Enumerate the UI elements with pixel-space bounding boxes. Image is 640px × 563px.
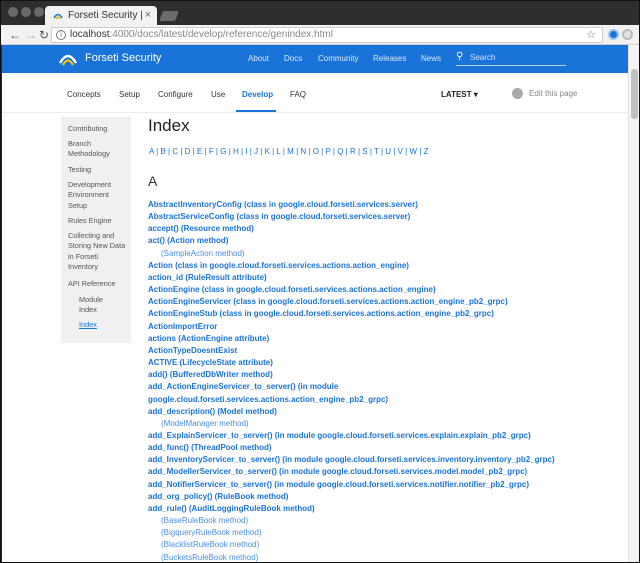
extension-icon-2[interactable] <box>622 29 633 40</box>
tab-title: Forseti Security | In <box>68 10 142 21</box>
index-entry-link[interactable]: actions (ActionEngine attribute) <box>148 333 618 345</box>
back-arrow-icon[interactable]: ← <box>9 28 21 42</box>
index-entry-link[interactable]: ACTIVE (LifecycleState attribute) <box>148 357 618 369</box>
site-info-icon[interactable]: i <box>56 30 66 40</box>
index-entry-link[interactable]: google.cloud.forseti.services.actions.ac… <box>148 394 618 406</box>
sidebar-item-rules-engine[interactable]: Rules Engine <box>68 216 130 226</box>
github-icon <box>512 88 523 99</box>
sidebar-item-branch-methodology[interactable]: Branch Methodology <box>68 139 130 160</box>
index-entry-link[interactable]: AbstractInventoryConfig (class in google… <box>148 199 618 211</box>
index-entry-link[interactable]: add_description() (Model method) <box>148 406 618 418</box>
forward-arrow-icon[interactable]: → <box>25 28 37 42</box>
subnav-concepts[interactable]: Concepts <box>67 90 101 99</box>
scrollbar-thumb[interactable] <box>631 69 638 119</box>
sidebar-item-module-index[interactable]: Module Index <box>79 295 119 316</box>
sidebar-item-api-reference[interactable]: API Reference <box>68 279 130 289</box>
maximize-window-button[interactable] <box>34 7 44 17</box>
forseti-logo-icon[interactable] <box>58 49 78 69</box>
index-entry-link[interactable]: ActionImportError <box>148 321 618 333</box>
nav-releases[interactable]: Releases <box>373 54 406 63</box>
nav-news[interactable]: News <box>421 54 441 63</box>
nav-community[interactable]: Community <box>318 54 358 63</box>
index-entry-link[interactable]: ActionEngine (class in google.cloud.fors… <box>148 284 618 296</box>
index-entry-link[interactable]: ActionEngineServicer (class in google.cl… <box>148 296 618 308</box>
browser-tab[interactable]: Forseti Security | In × <box>45 6 157 26</box>
index-entry-link[interactable]: add() (BufferedDbWriter method) <box>148 369 618 381</box>
index-subentry-link[interactable]: (BaseRuleBook method) <box>148 515 618 527</box>
index-entry-link[interactable]: ActionTypeDoesntExist <box>148 345 618 357</box>
tab-close-icon[interactable]: × <box>145 9 151 21</box>
tab-strip: Forseti Security | In × <box>1 1 639 26</box>
index-entry-link[interactable]: add_InventoryServicer_to_server() (in mo… <box>148 454 618 466</box>
index-entry-link[interactable]: AbstractServiceConfig (class in google.c… <box>148 211 618 223</box>
index-subentry-link[interactable]: (BigqueryRuleBook method) <box>148 527 618 539</box>
address-bar[interactable]: i localhost:4000/docs/latest/develop/ref… <box>51 27 603 43</box>
sidebar-item-index[interactable]: Index <box>79 320 141 330</box>
subnav-develop[interactable]: Develop <box>242 90 273 99</box>
index-entry-link[interactable]: add_ActionEngineServicer_to_server() (in… <box>148 381 618 393</box>
extension-icon[interactable] <box>608 29 619 40</box>
index-subentry-link[interactable]: (BucketsRuleBook method) <box>148 552 618 562</box>
web-page: Forseti Security About Docs Community Re… <box>2 45 628 562</box>
bookmark-star-icon[interactable]: ☆ <box>586 28 596 41</box>
browser-window: Forseti Security | In × ← → ↻ i localhos… <box>0 0 640 563</box>
index-subentry-link[interactable]: (SampleAction method) <box>148 248 618 260</box>
sidebar-item-collecting-data[interactable]: Collecting and Storing New Data in Forse… <box>68 231 130 272</box>
index-entry-link[interactable]: Action (class in google.cloud.forseti.se… <box>148 260 618 272</box>
minimize-window-button[interactable] <box>21 7 31 17</box>
subnav-faq[interactable]: FAQ <box>290 90 306 99</box>
index-entry-link[interactable]: add_rule() (AuditLoggingRuleBook method) <box>148 503 618 515</box>
reload-icon[interactable]: ↻ <box>39 28 49 42</box>
index-entry-link[interactable]: add_func() (ThreadPool method) <box>148 442 618 454</box>
sidebar-item-testing[interactable]: Testing <box>68 165 130 175</box>
scrollbar[interactable] <box>628 45 639 562</box>
forseti-favicon-icon <box>53 13 63 20</box>
sidebar-item-dev-env-setup[interactable]: Development Environment Setup <box>68 180 130 211</box>
section-heading: A <box>148 173 158 189</box>
site-brand[interactable]: Forseti Security <box>85 52 161 64</box>
index-entry-link[interactable]: add_ModellerServicer_to_server() (in mod… <box>148 466 618 478</box>
index-entry-link[interactable]: add_org_policy() (RuleBook method) <box>148 491 618 503</box>
sidebar: Contributing Branch Methodology Testing … <box>61 117 131 343</box>
subnav-configure[interactable]: Configure <box>158 90 193 99</box>
search-input[interactable]: ⚲ Search <box>456 51 566 66</box>
index-entries: AbstractInventoryConfig (class in google… <box>148 199 618 562</box>
index-entry-link[interactable]: add_NotifierServicer_to_server() (in mod… <box>148 479 618 491</box>
index-subentry-link[interactable]: (BlacklistRuleBook method) <box>148 539 618 551</box>
index-subentry-link[interactable]: (ModelManager method) <box>148 418 618 430</box>
index-entry-link[interactable]: add_ExplainServicer_to_server() (in modu… <box>148 430 618 442</box>
search-placeholder: Search <box>470 53 496 62</box>
version-dropdown[interactable]: LATEST ▾ <box>441 90 478 99</box>
site-header: Forseti Security About Docs Community Re… <box>2 45 628 73</box>
edit-page-link[interactable]: Edit this page <box>512 88 577 99</box>
letter-index: A | B | C | D | E | F | G | H | I | J | … <box>149 147 428 156</box>
letter-link-m[interactable]: M <box>287 147 294 156</box>
new-tab-button[interactable] <box>159 11 179 21</box>
url-text[interactable]: localhost:4000/docs/latest/develop/refer… <box>70 29 333 40</box>
subnav-setup[interactable]: Setup <box>119 90 140 99</box>
index-entry-link[interactable]: accept() (Resource method) <box>148 223 618 235</box>
close-window-button[interactable] <box>8 7 18 17</box>
subnav-use[interactable]: Use <box>211 90 225 99</box>
letter-link-w[interactable]: W <box>409 147 417 156</box>
nav-docs[interactable]: Docs <box>284 54 302 63</box>
divider <box>2 112 628 113</box>
index-entry-link[interactable]: ActionEngineStub (class in google.cloud.… <box>148 308 618 320</box>
search-icon: ⚲ <box>456 51 464 62</box>
index-entry-link[interactable]: act() (Action method) <box>148 235 618 247</box>
nav-about[interactable]: About <box>248 54 269 63</box>
sidebar-item-contributing[interactable]: Contributing <box>68 124 130 134</box>
browser-toolbar: ← → ↻ i localhost:4000/docs/latest/devel… <box>1 25 639 45</box>
page-title: Index <box>148 116 190 135</box>
index-entry-link[interactable]: action_id (RuleResult attribute) <box>148 272 618 284</box>
letter-link-z[interactable]: Z <box>424 147 429 156</box>
